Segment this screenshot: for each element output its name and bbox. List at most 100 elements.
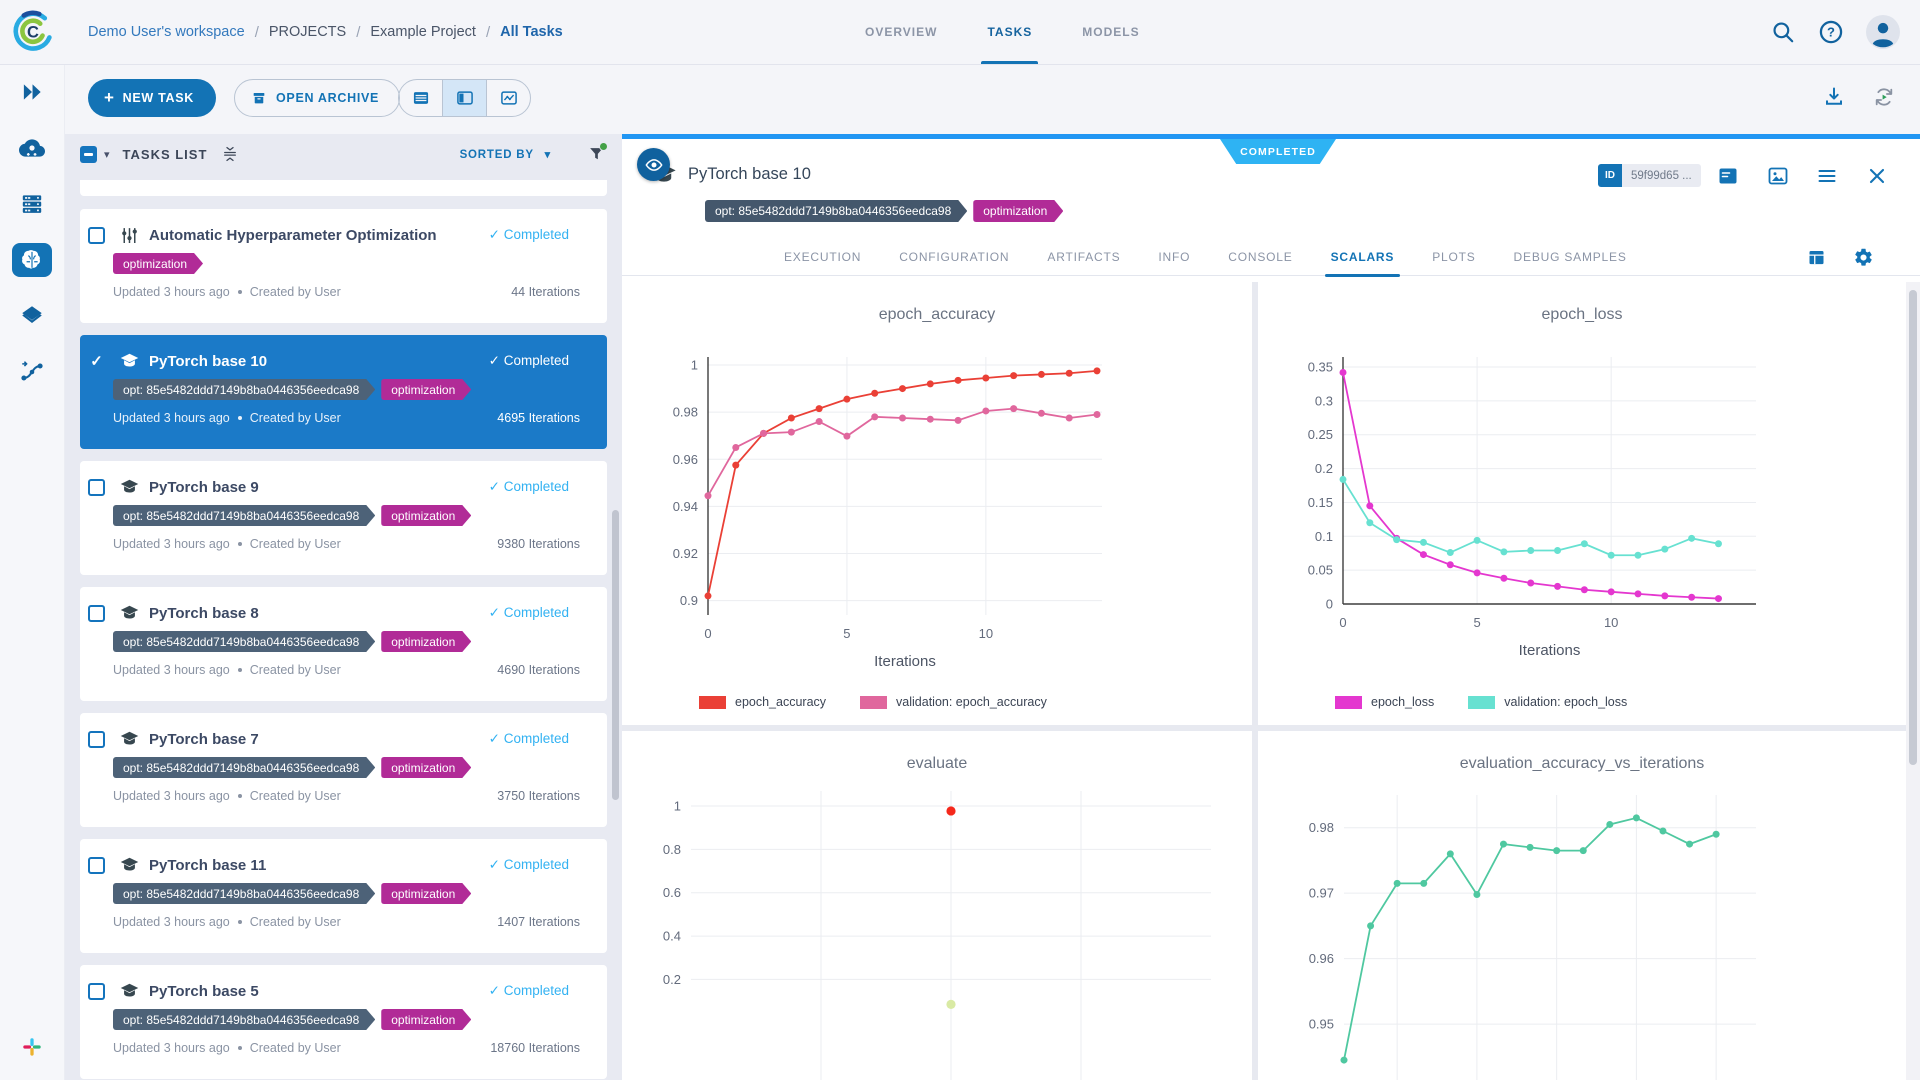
task-icon	[119, 477, 140, 498]
scalar-chart-evaluation_accuracy_vs_iterations[interactable]: 0.950.960.970.98evaluation_accuracy_vs_i…	[1258, 731, 1906, 1080]
task-card-pytorch-base-5[interactable]: PyTorch base 5✓ Completedopt: 85e5482ddd…	[80, 965, 607, 1079]
task-icon	[119, 855, 140, 876]
status-badge: COMPLETED	[1220, 139, 1336, 164]
sidebar-item-autoscalers[interactable]	[0, 120, 64, 176]
tab-models[interactable]: MODELS	[1082, 0, 1139, 64]
avatar[interactable]	[1866, 15, 1900, 49]
svg-text:10: 10	[979, 626, 993, 641]
svg-text:0.35: 0.35	[1308, 360, 1333, 375]
filter-icon[interactable]	[587, 145, 606, 164]
task-checkbox[interactable]	[88, 857, 105, 874]
scalar-chart-epoch_loss[interactable]: 00.050.10.150.20.250.30.350510Iterations…	[1258, 282, 1906, 725]
svg-text:0.05: 0.05	[1308, 563, 1333, 578]
task-card-automatic-hyperparameter-optimization[interactable]: Automatic Hyperparameter Optimization✓ C…	[80, 209, 607, 323]
sorted-by-button[interactable]: SORTED BY ▾	[460, 148, 551, 161]
task-checkbox[interactable]	[88, 983, 105, 1000]
detail-tab-artifacts[interactable]: ARTIFACTS	[1035, 238, 1132, 276]
task-name: Automatic Hyperparameter Optimization	[149, 227, 437, 244]
task-card-pytorch-base-9[interactable]: PyTorch base 9✓ Completedopt: 85e5482ddd…	[80, 461, 607, 575]
svg-text:0.9: 0.9	[680, 593, 698, 608]
pipelines-icon	[19, 359, 45, 385]
svg-text:0.15: 0.15	[1308, 495, 1333, 510]
metrics-table-icon[interactable]	[1806, 247, 1827, 268]
svg-text:0.3: 0.3	[1315, 393, 1333, 408]
task-checkbox[interactable]	[88, 479, 105, 496]
select-all-checkbox[interactable]	[80, 146, 97, 163]
tab-tasks[interactable]: TASKS	[987, 0, 1032, 64]
sidebar-item-pipelines[interactable]	[0, 344, 64, 400]
console-card-icon[interactable]	[1716, 164, 1740, 188]
tasks-list-scrollbar[interactable]	[612, 510, 619, 800]
detail-tab-configuration[interactable]: CONFIGURATION	[887, 238, 1021, 276]
task-id-badge[interactable]: ID 59f99d65 ...	[1598, 164, 1701, 187]
legend-label: validation: epoch_loss	[1504, 695, 1627, 709]
scalar-chart-evaluate[interactable]: 0.20.40.60.81evaluate	[622, 731, 1252, 1080]
menu-icon[interactable]	[1815, 164, 1839, 188]
search-icon[interactable]	[1770, 19, 1796, 45]
task-tags: optimization	[113, 253, 203, 274]
filter-active-dot	[599, 142, 608, 151]
breadcrumb-item-all-tasks[interactable]: All Tasks	[500, 24, 563, 40]
task-created-by: Created by User	[250, 663, 341, 677]
list-item-partial[interactable]	[80, 180, 607, 196]
chart-canvas[interactable]: 0.20.40.60.81	[622, 731, 1252, 1080]
help-icon[interactable]: ?	[1818, 19, 1844, 45]
detail-tab-scalars[interactable]: SCALARS	[1319, 238, 1407, 276]
task-status: ✓ Completed	[489, 983, 569, 999]
settings-gear-icon[interactable]	[1853, 247, 1874, 268]
sidebar-item-datasets[interactable]	[0, 288, 64, 344]
select-all-caret-icon[interactable]: ▾	[104, 148, 110, 161]
selected-check-icon[interactable]: ✓	[88, 352, 105, 370]
svg-text:0.95: 0.95	[1309, 1017, 1334, 1032]
tab-overview[interactable]: OVERVIEW	[865, 0, 937, 64]
task-checkbox[interactable]	[88, 227, 105, 244]
legend-item[interactable]: validation: epoch_accuracy	[860, 695, 1047, 709]
breadcrumb-item-example-project: Example Project	[370, 24, 476, 40]
compare-view-button[interactable]	[486, 80, 530, 116]
svg-text:0.6: 0.6	[663, 885, 681, 900]
download-icon[interactable]	[1822, 85, 1846, 109]
breadcrumb-item-demo-user-s-workspace[interactable]: Demo User's workspace	[88, 24, 245, 40]
legend-item[interactable]: validation: epoch_loss	[1468, 695, 1627, 709]
task-created-by: Created by User	[250, 537, 341, 551]
task-iterations: 1407 Iterations	[497, 915, 580, 929]
status-top-line	[622, 134, 1920, 139]
detail-tab-info[interactable]: INFO	[1146, 238, 1202, 276]
task-checkbox[interactable]	[88, 605, 105, 622]
legend-item[interactable]: epoch_loss	[1335, 695, 1434, 709]
chart-canvas[interactable]: 0.90.920.940.960.9810510Iterations	[622, 282, 1252, 725]
image-preview-icon[interactable]	[1766, 164, 1790, 188]
detail-tab-console[interactable]: CONSOLE	[1216, 238, 1304, 276]
close-icon[interactable]	[1865, 164, 1889, 188]
task-icon	[119, 351, 140, 372]
task-updated: Updated 3 hours ago	[113, 1041, 230, 1055]
open-archive-button[interactable]: OPEN ARCHIVE	[234, 79, 400, 117]
task-detail-panel: COMPLETED PyTorch base 10 ID 59f99d65 ..…	[622, 134, 1920, 1080]
task-card-pytorch-base-11[interactable]: PyTorch base 11✓ Completedopt: 85e5482dd…	[80, 839, 607, 953]
detail-tab-execution[interactable]: EXECUTION	[772, 238, 873, 276]
task-card-pytorch-base-7[interactable]: PyTorch base 7✓ Completedopt: 85e5482ddd…	[80, 713, 607, 827]
detail-tab-plots[interactable]: PLOTS	[1420, 238, 1487, 276]
new-task-button[interactable]: + NEW TASK	[88, 79, 216, 117]
left-nav-rail	[0, 64, 65, 1080]
sidebar-item-workers-queues[interactable]	[0, 176, 64, 232]
task-checkbox[interactable]	[88, 731, 105, 748]
split-view-button[interactable]	[442, 80, 486, 116]
chart-canvas[interactable]: 0.950.960.970.98	[1258, 731, 1906, 1080]
scalar-chart-epoch_accuracy[interactable]: 0.90.920.940.960.9810510Iterationsepoch_…	[622, 282, 1252, 725]
slack-icon[interactable]	[0, 1036, 64, 1058]
auto-refresh-icon[interactable]	[1872, 85, 1896, 109]
clearml-logo-icon[interactable]: C	[10, 9, 54, 53]
new-task-label: NEW TASK	[123, 91, 194, 105]
task-card-pytorch-base-8[interactable]: PyTorch base 8✓ Completedopt: 85e5482ddd…	[80, 587, 607, 701]
sidebar-item-expand[interactable]	[0, 64, 64, 120]
table-view-button[interactable]	[399, 80, 442, 116]
detail-tab-debug-samples[interactable]: DEBUG SAMPLES	[1502, 238, 1639, 276]
collapse-rows-icon[interactable]	[221, 145, 239, 163]
task-card-pytorch-base-10[interactable]: ✓PyTorch base 10✓ Completedopt: 85e5482d…	[80, 335, 607, 449]
detail-scrollbar-thumb[interactable]	[1909, 290, 1917, 765]
chart-canvas[interactable]: 00.050.10.150.20.250.30.350510Iterations	[1258, 282, 1906, 725]
legend-item[interactable]: epoch_accuracy	[699, 695, 826, 709]
sidebar-item-projects[interactable]	[0, 232, 64, 288]
hide-charts-eye-button[interactable]	[637, 148, 670, 181]
